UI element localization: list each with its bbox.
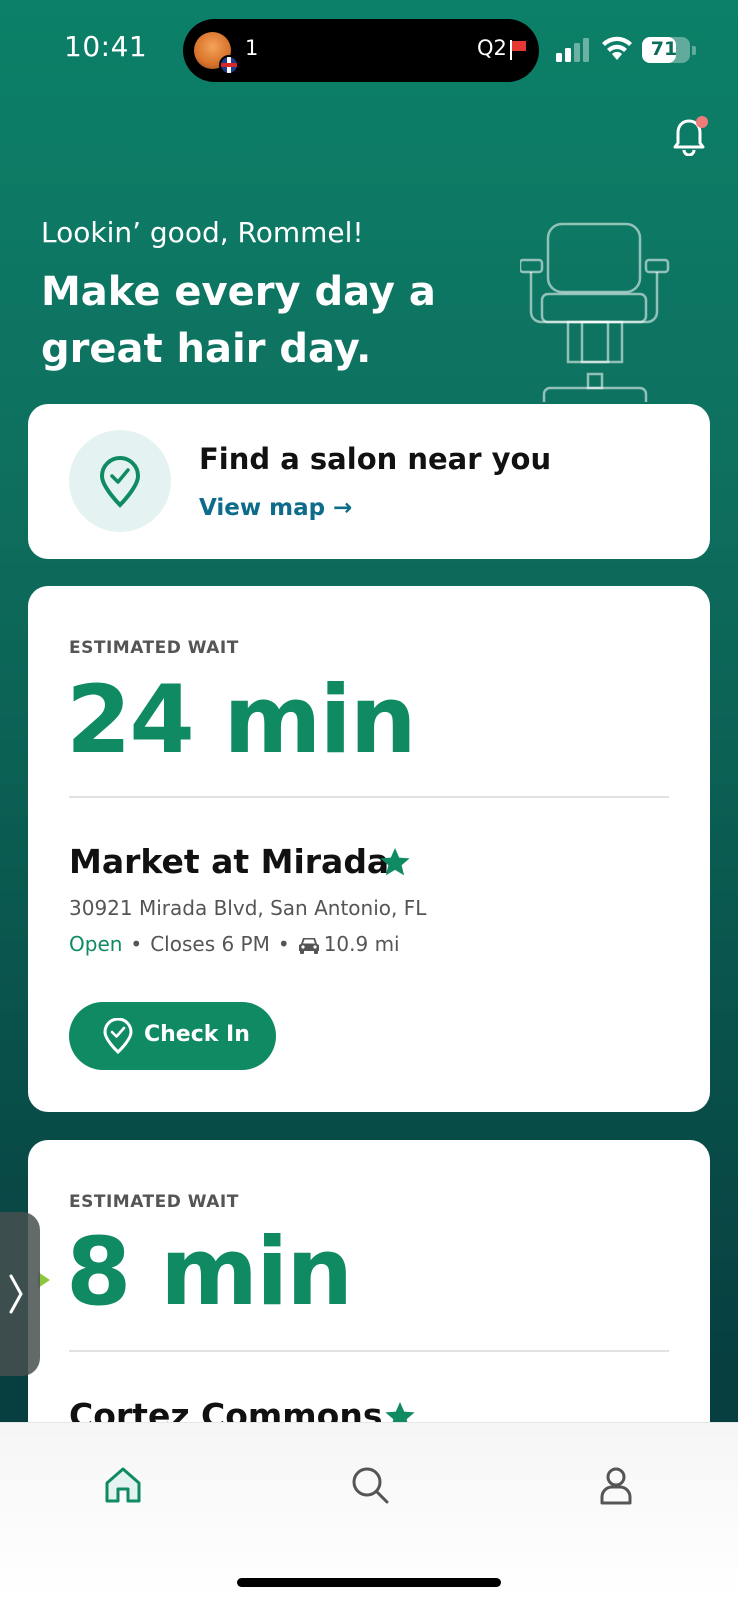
barber-chair-illustration xyxy=(520,222,670,402)
card-divider xyxy=(69,796,669,798)
profile-icon[interactable] xyxy=(596,1465,636,1505)
wifi-icon xyxy=(602,36,632,60)
car-icon xyxy=(298,938,319,954)
live-activity-count: 1 xyxy=(245,36,259,60)
estimated-wait-value: 24 min xyxy=(66,666,417,775)
estimated-wait-value: 8 min xyxy=(66,1218,353,1327)
headline: Make every day a great hair day. xyxy=(41,269,436,372)
status-time: 10:41 xyxy=(64,30,148,63)
chevron-right-icon xyxy=(9,1274,23,1314)
dynamic-island[interactable]: 1 Q2 xyxy=(183,19,539,82)
notification-dot xyxy=(696,116,708,128)
find-salon-card[interactable]: Find a salon near you View map → xyxy=(28,404,710,559)
check-in-button[interactable]: Check In xyxy=(69,1002,276,1070)
salon-distance: 10.9 mi xyxy=(323,932,400,956)
uk-flag-icon xyxy=(219,55,239,75)
location-pin-badge xyxy=(69,430,171,532)
home-icon[interactable] xyxy=(103,1465,143,1505)
estimated-wait-label: ESTIMATED WAIT xyxy=(69,638,239,658)
red-flag-icon xyxy=(510,40,526,60)
favorite-star-icon[interactable] xyxy=(379,846,411,878)
bottom-navigation xyxy=(0,1422,738,1600)
live-activity-quarter: Q2 xyxy=(477,36,507,60)
greeting-text: Lookin’ good, Rommel! xyxy=(41,216,364,249)
check-in-pin-icon xyxy=(103,1018,133,1054)
check-in-label: Check In xyxy=(144,1022,250,1047)
view-map-link[interactable]: View map → xyxy=(199,495,352,521)
search-icon[interactable] xyxy=(350,1465,390,1505)
card-divider xyxy=(69,1350,669,1352)
home-indicator[interactable] xyxy=(237,1578,501,1587)
find-salon-title: Find a salon near you xyxy=(199,442,552,476)
salon-name: Market at Mirada xyxy=(69,842,390,881)
battery-icon: 71 xyxy=(642,37,696,63)
side-drawer-handle[interactable] xyxy=(0,1212,40,1376)
salon-address: 30921 Mirada Blvd, San Antonio, FL xyxy=(69,896,427,920)
estimated-wait-label: ESTIMATED WAIT xyxy=(69,1192,239,1212)
location-pin-icon xyxy=(99,456,141,508)
salon-meta: Open • Closes 6 PM • 10.9 mi xyxy=(69,932,400,956)
cellular-signal-icon xyxy=(556,38,589,62)
salon-wait-card[interactable]: ESTIMATED WAIT 24 min Market at Mirada 3… xyxy=(28,586,710,1112)
battery-percent: 71 xyxy=(650,38,678,60)
closing-time: Closes 6 PM xyxy=(150,932,270,956)
notifications-bell-icon[interactable] xyxy=(672,116,708,157)
open-status: Open xyxy=(69,932,123,956)
status-bar: 10:41 1 Q2 71 xyxy=(0,0,738,100)
